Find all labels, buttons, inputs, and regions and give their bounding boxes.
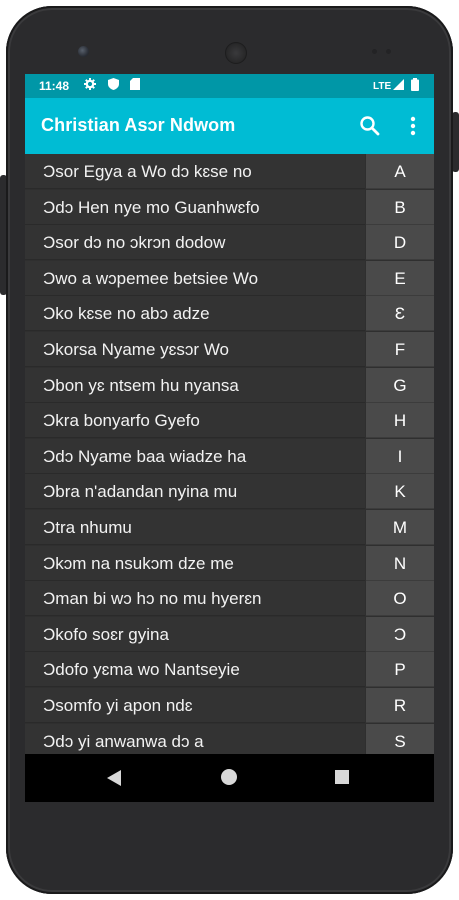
list-item[interactable]: Ɔsomfo yi apon ndɛ R	[25, 688, 434, 723]
gear-icon	[84, 78, 96, 93]
index-letter[interactable]: P	[366, 652, 434, 688]
song-title[interactable]: Ɔdɔ Nyame baa wiadze ha	[25, 438, 365, 474]
song-title[interactable]: Ɔman bi wɔ hɔ no mu hyerɛn	[25, 581, 365, 617]
song-title[interactable]: Ɔko kɛse no abɔ adze	[25, 296, 365, 332]
song-title[interactable]: Ɔsomfo yi apon ndɛ	[25, 688, 365, 723]
list-item[interactable]: Ɔsor Egya a Wo dɔ kɛse no A	[25, 154, 434, 189]
index-letter[interactable]: H	[366, 403, 434, 439]
home-button[interactable]	[221, 769, 237, 785]
song-title[interactable]: Ɔdɔ yi anwanwa dɔ a	[25, 723, 365, 754]
more-vert-icon	[410, 116, 416, 136]
signal-icon	[393, 78, 404, 93]
index-letter[interactable]: S	[366, 723, 434, 754]
list-item[interactable]: Ɔdofo yɛma wo Nantseyie P	[25, 652, 434, 688]
back-button[interactable]	[107, 770, 121, 791]
list-item[interactable]: Ɔdɔ yi anwanwa dɔ aS	[25, 723, 434, 754]
index-letter[interactable]: N	[366, 545, 434, 581]
sd-card-icon	[130, 78, 140, 93]
list-item[interactable]: Ɔdɔ Hen nye mo Guanhwɛfo B	[25, 189, 434, 225]
list-item[interactable]: Ɔkɔm na nsukɔm dze me N	[25, 545, 434, 581]
power-button	[452, 112, 459, 172]
front-camera	[78, 46, 89, 57]
shield-icon	[108, 78, 119, 93]
search-icon	[360, 116, 380, 136]
back-icon	[107, 770, 121, 786]
song-title[interactable]: Ɔdofo yɛma wo Nantseyie	[25, 652, 365, 688]
song-title[interactable]: Ɔwo a wɔpemee betsiee Wo	[25, 260, 365, 296]
index-letter[interactable]: D	[366, 225, 434, 261]
list-item[interactable]: Ɔman bi wɔ hɔ no mu hyerɛn O	[25, 581, 434, 617]
status-time: 11:48	[39, 79, 70, 93]
battery-icon	[411, 78, 419, 94]
song-title[interactable]: Ɔsor dɔ no ɔkrɔn dodow	[25, 225, 365, 261]
index-letter[interactable]: O	[366, 581, 434, 617]
index-letter[interactable]: B	[366, 189, 434, 225]
song-title[interactable]: Ɔsor Egya a Wo dɔ kɛse no	[25, 154, 365, 189]
index-letter[interactable]: F	[366, 332, 434, 367]
song-title[interactable]: Ɔkofo soɛr gyina	[25, 616, 365, 652]
earpiece-speaker	[225, 42, 247, 64]
index-letter[interactable]: R	[366, 688, 434, 723]
list-item[interactable]: Ɔko kɛse no abɔ adze Ɛ	[25, 296, 434, 332]
song-title[interactable]: Ɔtra nhumu	[25, 510, 365, 545]
index-letter[interactable]: A	[366, 154, 434, 189]
list-item[interactable]: Ɔdɔ Nyame baa wiadze ha I	[25, 438, 434, 474]
screen: 11:48 LTE Christian Asɔr Ndwom Ɔsor Egya…	[25, 74, 434, 802]
song-title[interactable]: Ɔkorsa Nyame yɛsɔr Wo	[25, 332, 365, 367]
list-item[interactable]: Ɔkofo soɛr gyina Ɔ	[25, 616, 434, 652]
proximity-sensor	[372, 49, 377, 54]
status-bar: 11:48 LTE	[25, 74, 434, 98]
search-button[interactable]	[358, 114, 382, 138]
index-letter[interactable]: I	[366, 438, 434, 474]
recents-button[interactable]	[335, 770, 349, 784]
overflow-menu-button[interactable]	[403, 114, 423, 138]
network-type: LTE	[373, 81, 392, 92]
index-letter[interactable]: K	[366, 474, 434, 510]
index-letter[interactable]: Ɔ	[366, 616, 434, 652]
list-item[interactable]: Ɔsor dɔ no ɔkrɔn dodow D	[25, 225, 434, 261]
app-bar: Christian Asɔr Ndwom	[25, 98, 434, 154]
index-letter[interactable]: E	[366, 260, 434, 296]
index-letter[interactable]: G	[366, 367, 434, 403]
song-title[interactable]: Ɔkɔm na nsukɔm dze me	[25, 545, 365, 581]
navigation-bar	[25, 754, 434, 802]
song-list[interactable]: Ɔsor Egya a Wo dɔ kɛse no A Ɔdɔ Hen nye mo…	[25, 154, 434, 754]
list-item[interactable]: Ɔwo a wɔpemee betsiee Wo E	[25, 260, 434, 296]
app-title: Christian Asɔr Ndwom	[41, 115, 236, 135]
light-sensor	[386, 49, 391, 54]
list-item[interactable]: Ɔbon yɛ ntsem hu nyansa G	[25, 367, 434, 403]
list-item[interactable]: Ɔkorsa Nyame yɛsɔr Wo F	[25, 332, 434, 367]
list-item[interactable]: Ɔbra n'adandan nyina mu K	[25, 474, 434, 510]
index-letter[interactable]: M	[366, 510, 434, 545]
song-title[interactable]: Ɔkra bonyarfo Gyefo	[25, 403, 365, 439]
song-title[interactable]: Ɔbra n'adandan nyina mu	[25, 474, 365, 510]
index-letter[interactable]: Ɛ	[366, 296, 434, 332]
list-item[interactable]: Ɔkra bonyarfo Gyefo H	[25, 403, 434, 439]
song-title[interactable]: Ɔdɔ Hen nye mo Guanhwɛfo	[25, 189, 365, 225]
song-title[interactable]: Ɔbon yɛ ntsem hu nyansa	[25, 367, 365, 403]
list-item[interactable]: Ɔtra nhumu M	[25, 510, 434, 545]
